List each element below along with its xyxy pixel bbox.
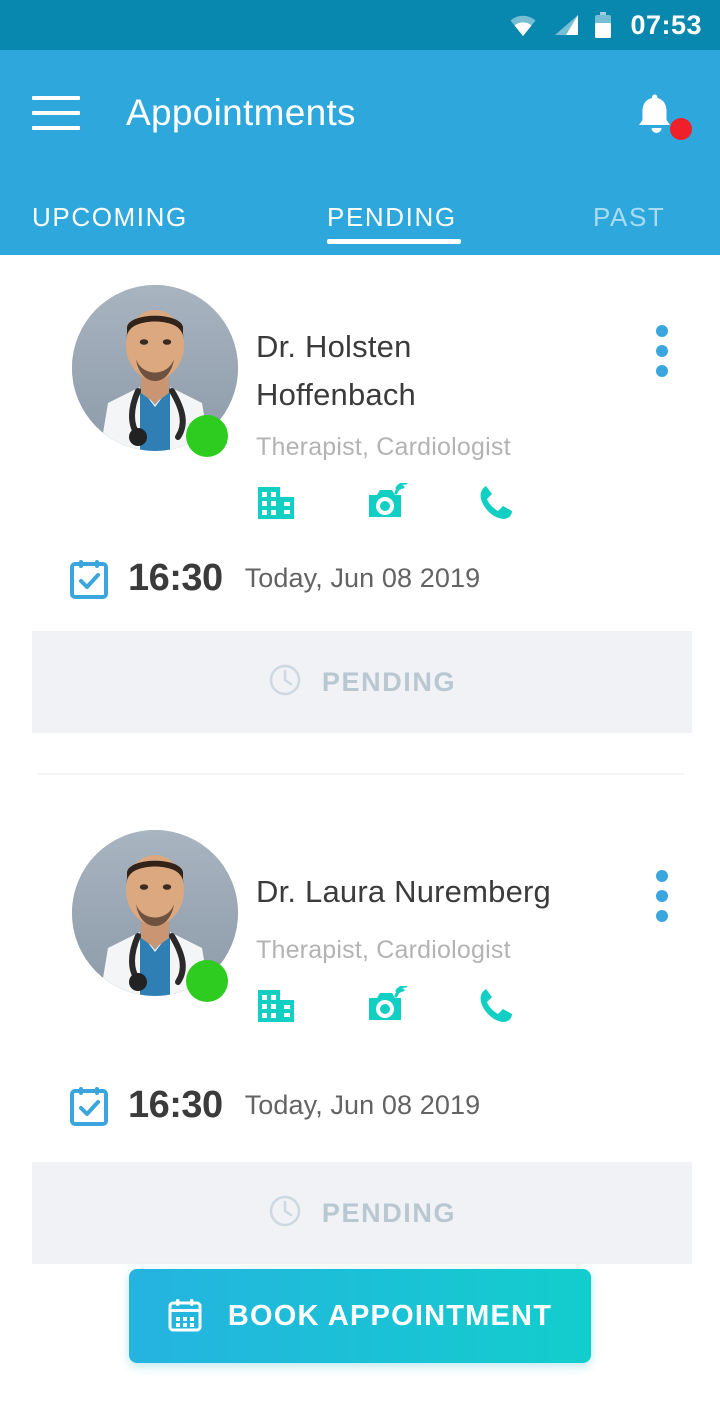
status-bar: 07:53: [0, 0, 720, 50]
phone-icon[interactable]: [478, 986, 514, 1024]
video-camera-icon[interactable]: [366, 483, 408, 521]
appointment-date: Today, Jun 08 2019: [244, 563, 481, 593]
notification-badge-dot: [670, 118, 692, 140]
app-bar-top-row: Appointments: [0, 50, 720, 175]
calendar-check-icon: [70, 559, 108, 599]
appointment-actions: [256, 483, 514, 521]
doctor-name-line2: Hoffenbach: [256, 377, 416, 412]
status-badge[interactable]: PENDING: [32, 1162, 692, 1264]
appointment-datetime: 16:30 Today, Jun 08 2019: [70, 557, 480, 600]
cellular-signal-icon: [552, 13, 580, 37]
status-badge[interactable]: PENDING: [32, 631, 692, 733]
appointment-time: 16:30: [128, 1084, 223, 1126]
more-vertical-icon[interactable]: [656, 870, 668, 922]
hospital-icon[interactable]: [256, 483, 296, 521]
hospital-icon[interactable]: [256, 986, 296, 1024]
tab-past[interactable]: PAST: [593, 202, 665, 233]
active-tab-indicator: [327, 239, 461, 244]
book-appointment-label: BOOK APPOINTMENT: [227, 1299, 553, 1332]
phone-icon[interactable]: [478, 483, 514, 521]
online-status-dot: [186, 960, 228, 1002]
appointment-date: Today, Jun 08 2019: [244, 1090, 481, 1120]
tab-bar: UPCOMING PENDING PAST: [0, 175, 720, 255]
appointment-card[interactable]: Dr. Holsten Hoffenbach Therapist, Cardio…: [0, 255, 720, 775]
doctor-name: Dr. Laura Nuremberg: [256, 874, 551, 909]
calendar-check-icon: [70, 1086, 108, 1126]
status-label: PENDING: [321, 1197, 457, 1228]
book-appointment-button[interactable]: BOOK APPOINTMENT: [129, 1269, 591, 1363]
page-title: Appointments: [126, 91, 356, 133]
appointment-time: 16:30: [128, 557, 223, 599]
app-bar: Appointments UPCOMING PENDING PAST: [0, 50, 720, 255]
doctor-specialty: Therapist, Cardiologist: [256, 936, 511, 964]
video-camera-icon[interactable]: [366, 986, 408, 1024]
appointment-datetime: 16:30 Today, Jun 08 2019: [70, 1084, 480, 1127]
appointment-actions: [256, 986, 514, 1024]
wifi-icon: [508, 13, 538, 37]
tab-pending[interactable]: PENDING: [327, 202, 457, 233]
doctor-name: Dr. Holsten: [256, 329, 412, 364]
appointment-card-header: Dr. Laura Nuremberg Therapist, Cardiolog…: [0, 800, 720, 1095]
appointment-card[interactable]: Dr. Laura Nuremberg Therapist, Cardiolog…: [0, 800, 720, 1264]
tab-upcoming[interactable]: UPCOMING: [32, 202, 188, 233]
card-divider: [38, 773, 684, 775]
clock-icon: [268, 663, 302, 702]
appointments-list: Dr. Holsten Hoffenbach Therapist, Cardio…: [0, 255, 720, 1424]
status-label: PENDING: [321, 666, 457, 697]
status-bar-clock: 07:53: [630, 9, 702, 40]
notifications-button[interactable]: [630, 90, 692, 148]
hamburger-menu-icon[interactable]: [32, 95, 80, 130]
more-vertical-icon[interactable]: [656, 325, 668, 377]
calendar-icon: [168, 1298, 202, 1335]
clock-icon: [268, 1194, 302, 1233]
appointment-card-header: Dr. Holsten Hoffenbach Therapist, Cardio…: [0, 255, 720, 550]
online-status-dot: [186, 415, 228, 457]
doctor-specialty: Therapist, Cardiologist: [256, 433, 511, 461]
app-screen: 07:53 Appointments UPCOMING PENDING PAST: [0, 0, 720, 1424]
battery-icon: [594, 11, 612, 39]
